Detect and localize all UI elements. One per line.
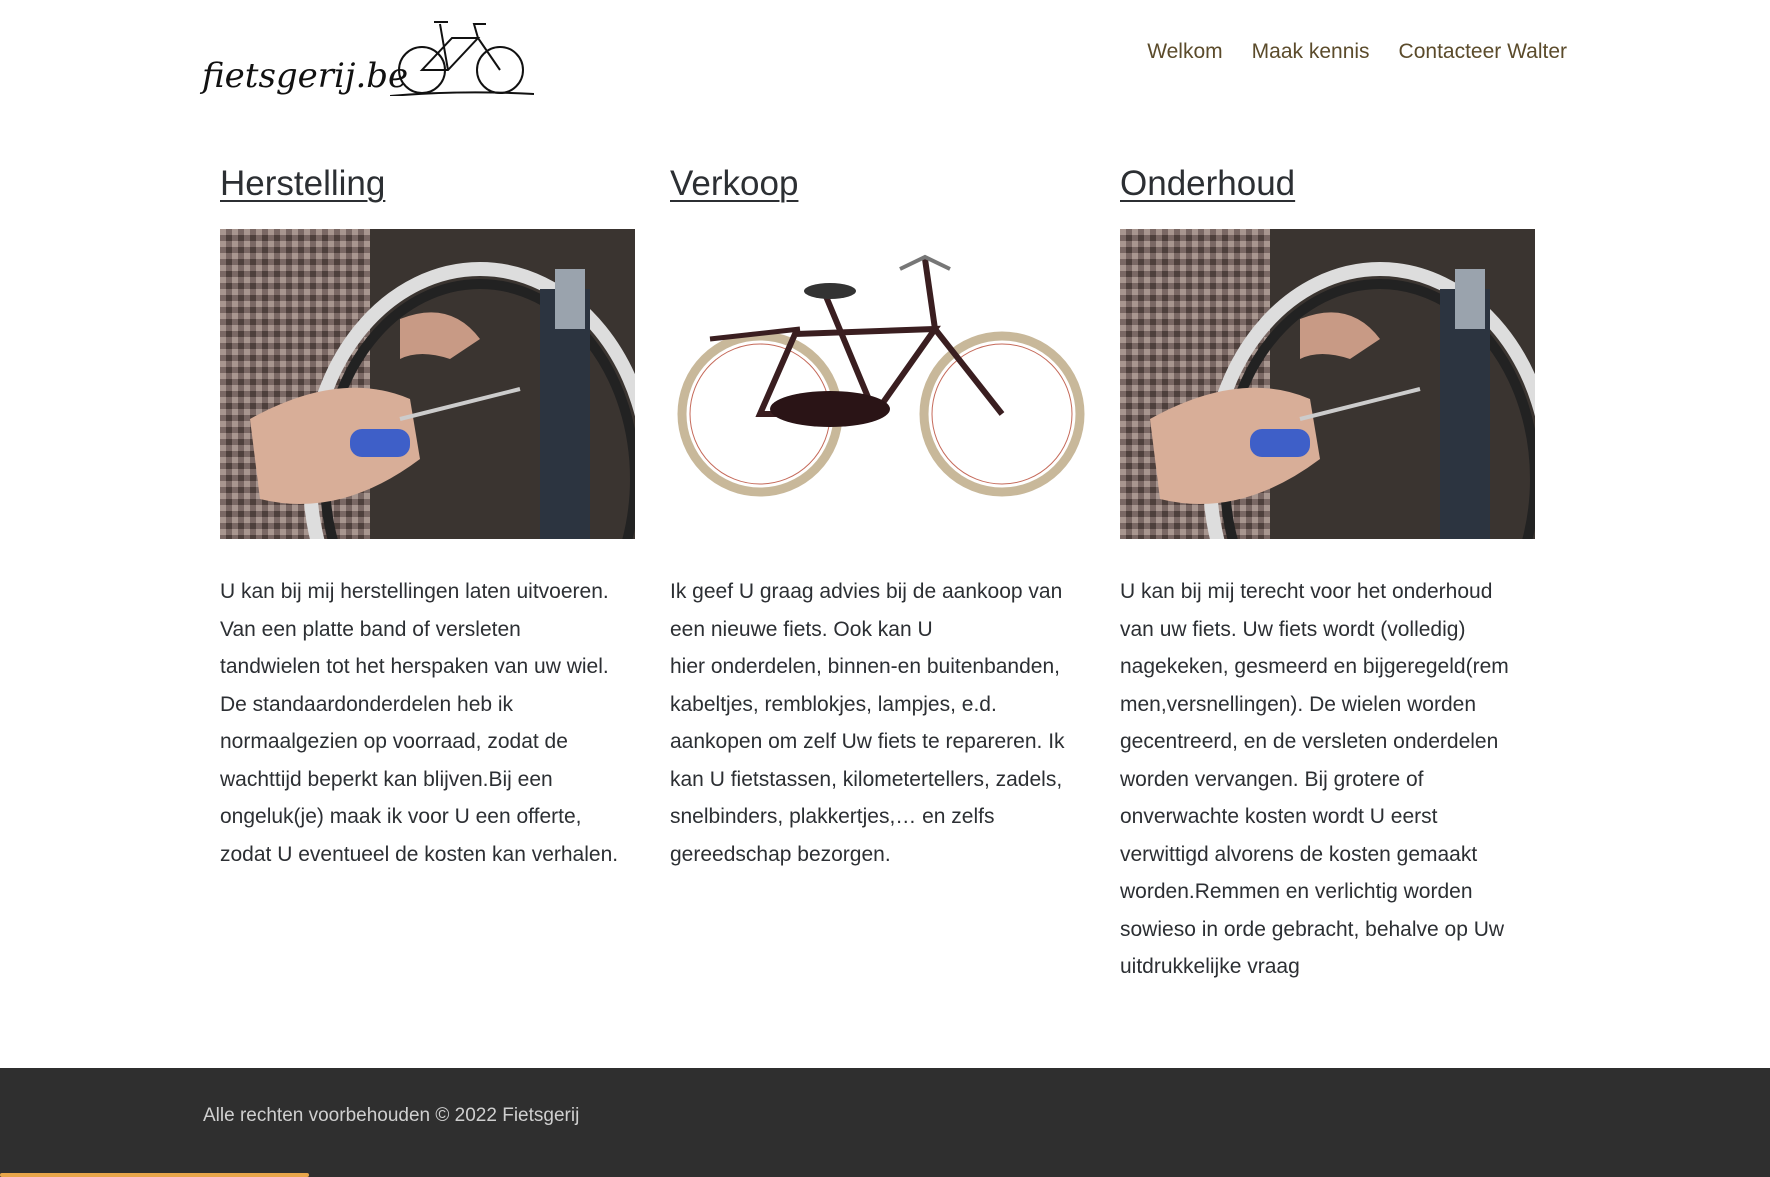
service-description: U kan bij mij terecht voor het onderhoud… (1120, 580, 1509, 978)
repair-photo (1120, 229, 1535, 539)
copyright-text: Alle rechten voorbehouden © 2022 Fietsge… (203, 1105, 580, 1126)
scroll-progress-bar (0, 1173, 309, 1177)
nav-contacteer-walter[interactable]: Contacteer Walter (1399, 40, 1567, 64)
site-header: fietsgerij.be Welkom Maak kennis Contact… (0, 0, 1770, 120)
site-logo[interactable]: fietsgerij.be (202, 12, 534, 96)
service-onderhoud: Onderhoud U kan bij mij terecht voor het… (1120, 160, 1535, 978)
service-description: Ik geef U graag advies bij de aankoop va… (670, 580, 1065, 866)
service-description: U kan bij mij herstellingen laten uitvoe… (220, 580, 619, 866)
main-nav: Welkom Maak kennis Contacteer Walter (1147, 40, 1567, 64)
nav-welkom[interactable]: Welkom (1147, 40, 1222, 64)
service-title[interactable]: Herstelling (220, 160, 385, 208)
repair-photo (220, 229, 635, 539)
service-title[interactable]: Onderhoud (1120, 160, 1295, 208)
site-footer: Alle rechten voorbehouden © 2022 Fietsge… (0, 1068, 1770, 1177)
logo-text: fietsgerij.be (202, 56, 409, 96)
bicycle-logo-icon (390, 21, 534, 96)
bicycle-photo (670, 229, 1085, 539)
service-title[interactable]: Verkoop (670, 160, 798, 208)
service-verkoop: Verkoop Ik geef U graag advies bij de aa… (670, 160, 1085, 866)
nav-maak-kennis[interactable]: Maak kennis (1252, 40, 1370, 64)
service-herstelling: Herstelling U kan bij mij herstellingen … (220, 160, 635, 866)
